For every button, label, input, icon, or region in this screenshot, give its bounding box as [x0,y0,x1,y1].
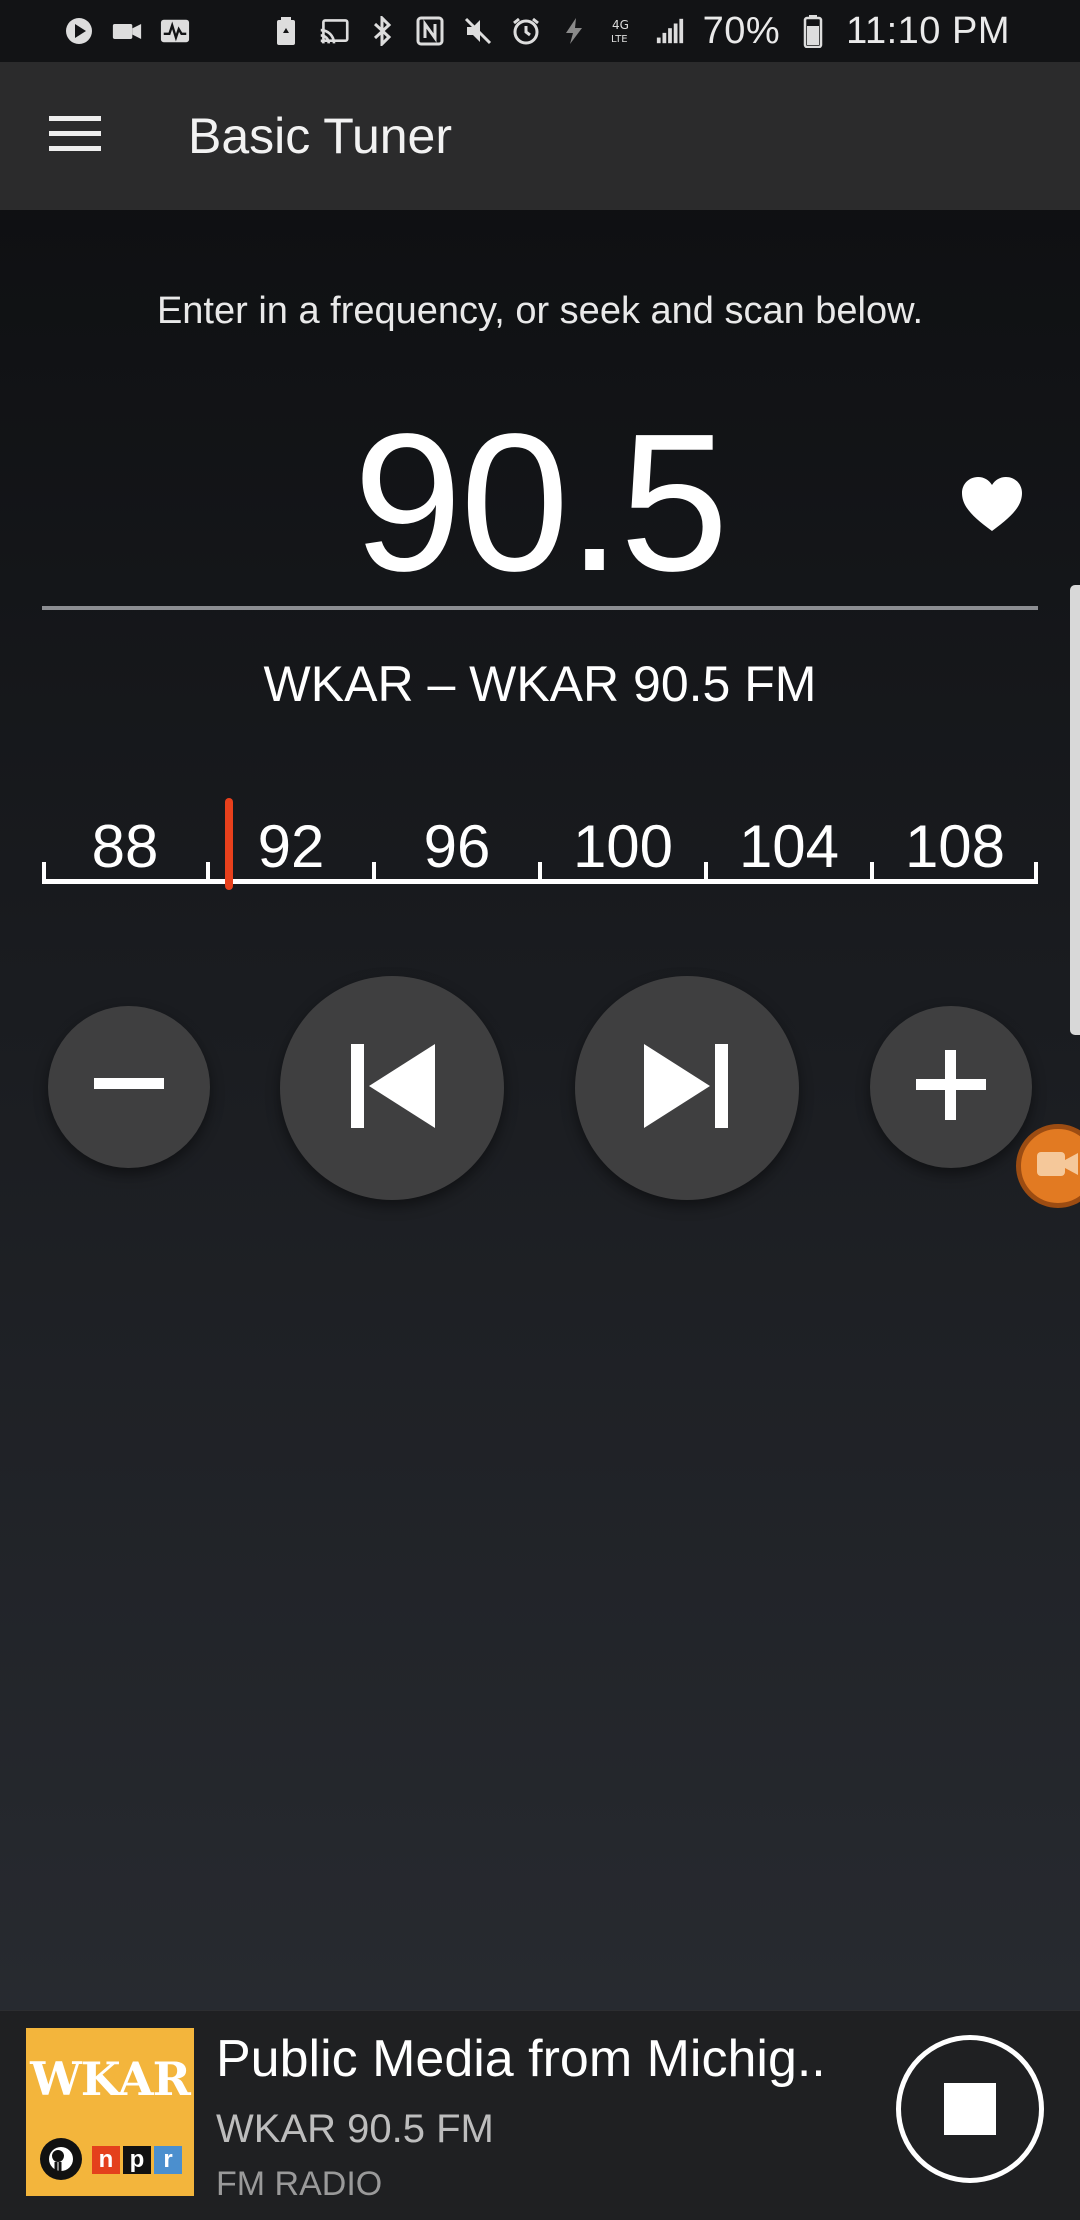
svg-text:LTE: LTE [611,34,628,45]
dial-label: 96 [423,813,491,880]
clock: 11:10 PM [846,9,1010,52]
stop-button[interactable] [896,2035,1044,2183]
npr-letter-n: n [92,2146,120,2174]
hamburger-menu-icon [49,114,101,159]
seek-forward-button[interactable] [575,976,799,1200]
station-name: WKAR – WKAR 90.5 FM [263,656,817,712]
4g-lte-icon: 4G LTE [607,16,637,46]
step-up-button[interactable] [870,1006,1032,1168]
status-bar: 4G LTE 70% 11:10 PM [0,0,1080,62]
instructions-text: Enter in a frequency, or seek and scan b… [156,290,924,332]
svg-text:4G: 4G [612,18,629,32]
app-bar: Basic Tuner [0,62,1080,210]
step-down-button[interactable] [48,1006,210,1168]
nfc-icon [415,16,445,46]
dial-label: 92 [257,813,325,880]
stop-icon [944,2083,996,2135]
dial-label: 104 [738,813,840,880]
cast-icon [319,16,349,46]
minus-icon [94,1077,164,1097]
now-playing-bar[interactable]: WKAR n p r Public Media from Michig.. WK… [0,2010,1080,2220]
frequency-display[interactable]: 90.5 [42,405,1038,601]
npr-letter-r: r [154,2146,182,2174]
dial-label: 88 [91,813,159,880]
now-playing-station: WKAR 90.5 FM [216,2107,494,2151]
favorite-button[interactable] [960,475,1024,539]
app-title: Basic Tuner [188,108,453,164]
logo-text: WKAR [30,2052,191,2106]
battery-saver-icon [271,16,301,46]
activity-icon [160,16,190,46]
flash-icon [559,16,589,46]
frequency-input[interactable]: 90.5 [42,405,1038,610]
skip-previous-icon [347,1042,437,1135]
menu-button[interactable] [0,62,150,210]
battery-icon [798,15,828,48]
seek-back-button[interactable] [280,976,504,1200]
plus-icon [916,1049,986,1125]
pbs-logo-icon [40,2138,82,2180]
signal-icon [655,16,685,46]
alarm-icon [511,16,541,46]
now-playing-source: FM RADIO [216,2165,383,2203]
heart-icon [960,477,1024,539]
bluetooth-icon [367,16,397,46]
edge-panel-handle[interactable] [1070,585,1080,1035]
dial-needle[interactable] [224,798,233,890]
video-camera-icon [1036,1149,1080,1184]
battery-percent: 70% [702,9,781,52]
now-playing-title: Public Media from Michig.. [216,2030,826,2088]
npr-logo: n p r [92,2146,182,2174]
mute-icon [463,16,493,46]
dial-label: 100 [572,813,674,880]
skip-next-icon [642,1042,732,1135]
npr-letter-p: p [123,2146,151,2174]
radio-screen: 4G LTE 70% 11:10 PM Basic Tuner Enter in … [0,0,1080,2220]
dial-label: 108 [904,813,1006,880]
play-store-icon [64,16,94,46]
floating-recorder-bubble[interactable] [1016,1124,1080,1208]
frequency-dial[interactable]: 88 92 96 100 104 108 [42,790,1038,920]
station-logo: WKAR n p r [26,2028,194,2196]
video-camera-icon [112,16,142,46]
